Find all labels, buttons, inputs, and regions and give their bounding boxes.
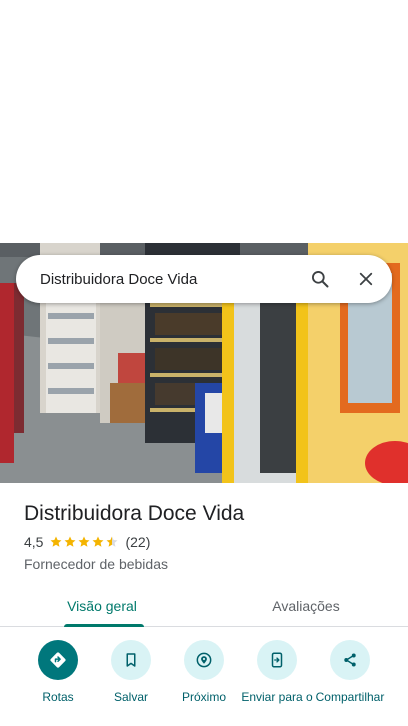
- place-info: Distribuidora Doce Vida 4,5 (22) Fornece…: [24, 500, 394, 574]
- review-count[interactable]: (22): [125, 534, 150, 550]
- send-to-phone-label: Enviar para o: [241, 690, 313, 704]
- bookmark-icon: [111, 640, 151, 680]
- star-full-icon: [92, 536, 104, 547]
- star-rating: [49, 535, 119, 549]
- tab-overview[interactable]: Visão geral: [0, 585, 204, 627]
- place-title: Distribuidora Doce Vida: [24, 502, 245, 525]
- rating-row[interactable]: 4,5 (22): [24, 532, 394, 552]
- star-full-icon: [64, 536, 76, 547]
- save-button[interactable]: Salvar: [93, 640, 169, 704]
- send-to-phone-button[interactable]: Enviar para o: [239, 640, 315, 704]
- star-full-icon: [50, 536, 62, 547]
- share-button[interactable]: Compartilhar: [312, 640, 388, 704]
- share-label: Compartilhar: [315, 690, 385, 704]
- place-category[interactable]: Fornecedor de bebidas: [24, 554, 394, 574]
- nearby-label: Próximo: [181, 690, 226, 704]
- search-bar[interactable]: Distribuidora Doce Vida: [16, 255, 392, 303]
- action-buttons: Rotas Salvar Próximo Enviar para o Compa…: [0, 640, 408, 726]
- directions-button[interactable]: Rotas: [20, 640, 96, 704]
- send-to-phone-icon: [257, 640, 297, 680]
- star-half-icon: [106, 536, 118, 547]
- search-input[interactable]: Distribuidora Doce Vida: [40, 271, 300, 288]
- save-label: Salvar: [113, 690, 148, 704]
- search-icon[interactable]: [300, 259, 340, 299]
- map-blank-area: [0, 0, 408, 243]
- nearby-button[interactable]: Próximo: [166, 640, 242, 704]
- nearby-icon: [184, 640, 224, 680]
- tab-overview-label: Visão geral: [67, 597, 137, 614]
- active-tab-indicator: [64, 624, 144, 627]
- share-icon: [330, 640, 370, 680]
- star-full-icon: [78, 536, 90, 547]
- rating-value: 4,5: [24, 534, 44, 550]
- close-icon[interactable]: [346, 259, 386, 299]
- tab-reviews[interactable]: Avaliações: [204, 585, 408, 626]
- place-tabs: Visão geral Avaliações: [0, 585, 408, 627]
- directions-label: Rotas: [42, 690, 74, 704]
- tab-reviews-label: Avaliações: [272, 597, 340, 614]
- directions-icon: [38, 640, 78, 680]
